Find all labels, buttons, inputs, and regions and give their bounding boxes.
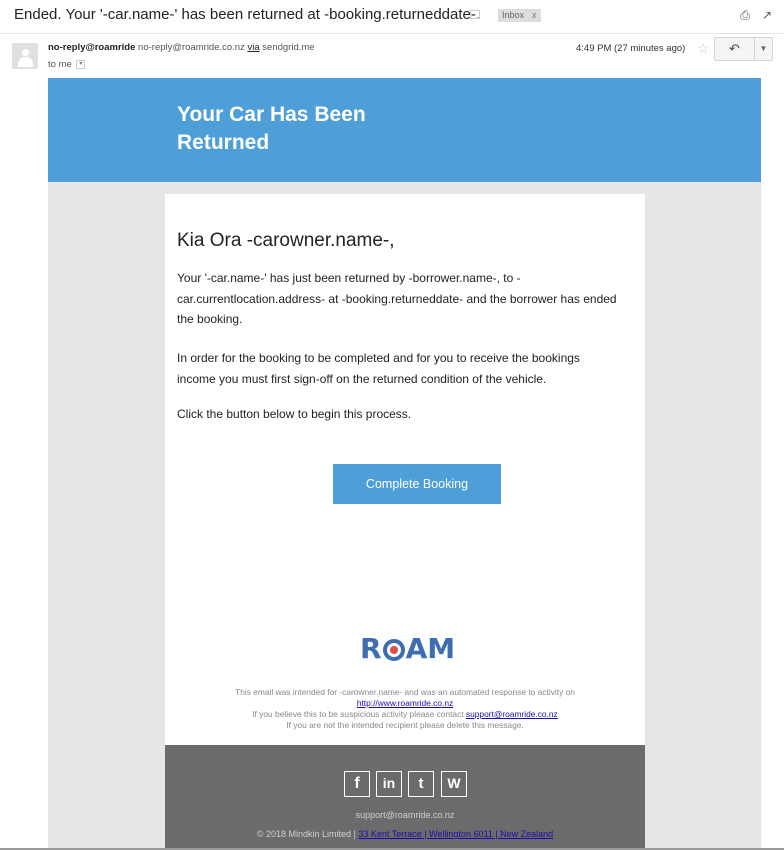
greeting: Kia Ora -carowner.name-, [177,230,395,251]
roam-logo: R AM [360,632,460,666]
header-divider [0,33,784,34]
footer-support-email: support@roamride.co.nz [355,810,455,820]
twitter-icon[interactable]: t [408,771,434,797]
email-content-card: Kia Ora -carowner.name-, Your '-car.name… [165,194,645,745]
wordpress-icon[interactable]: W [441,771,467,797]
copyright-text: © 2018 Mindkin Limited | [256,829,356,839]
via-domain: sendgrid.me [262,42,315,53]
label-icon[interactable] [470,10,480,19]
hero-title: Your Car Has Been Returned [177,103,366,154]
chevron-down-icon[interactable]: ▼ [755,38,772,60]
email-footer: f in t W support@roamride.co.nz © 2018 M… [165,745,645,850]
logo-letter-r: R [360,632,382,665]
sender-email: no-reply@roamride.co.nz [138,42,245,53]
email-subject: Ended. Your '-car.name-' has been return… [14,6,481,23]
via-link[interactable]: via [247,42,259,53]
recipient-text: to me [48,59,72,70]
email-hero-banner: Your Car Has Been Returned [48,78,761,182]
message-time: 4:49 PM (27 minutes ago) [576,43,686,54]
return-message-paragraph: Your '-car.name-' has just been returned… [177,271,617,326]
signoff-instruction-paragraph: In order for the booking to be completed… [177,351,580,386]
recipient-line: to me ▾ [48,59,86,70]
complete-booking-button[interactable]: Complete Booking [333,464,501,504]
sender-line: no-reply@roamride no-reply@roamride.co.n… [48,42,315,53]
reply-icon[interactable]: ↶ [715,38,755,60]
button-instruction-paragraph: Click the button below to begin this pro… [177,407,412,421]
location-pin-icon [382,639,405,661]
roamride-website-link[interactable]: http://www.roamride.co.nz [357,698,453,708]
facebook-icon[interactable]: f [344,771,370,797]
disclaimer-contact-text: If you believe this to be suspicious act… [252,709,464,719]
inbox-label-chip[interactable]: Inbox x [498,9,541,22]
print-icon[interactable]: ⎙ [738,9,752,21]
subject-bar: Ended. Your '-car.name-' has been return… [0,0,784,32]
open-in-new-window-icon[interactable]: ↗ [760,9,774,21]
sender-avatar [12,43,38,69]
disclaimer-delete-text: If you are not the intended recipient pl… [286,720,524,730]
remove-label-button[interactable]: x [532,10,537,20]
logo-letters-am: AM [405,632,456,665]
reply-button-group: ↶ ▼ [714,37,773,61]
company-address-link[interactable]: 33 Kent Terrace | Wellington 6011 | New … [358,829,553,839]
recipient-details-chevron-icon[interactable]: ▾ [76,59,86,69]
sender-name[interactable]: no-reply@roamride [48,42,135,53]
inbox-label: Inbox [502,10,525,20]
email-disclaimer: This email was intended for -carowner.na… [165,687,645,731]
star-outline-icon[interactable]: ☆ [697,40,710,57]
support-email-link[interactable]: support@roamride.co.nz [466,709,558,719]
footer-copyright: © 2018 Mindkin Limited | 33 Kent Terrace… [165,829,645,839]
disclaimer-intended-text: This email was intended for -carowner.na… [235,687,575,697]
linkedin-icon[interactable]: in [376,771,402,797]
